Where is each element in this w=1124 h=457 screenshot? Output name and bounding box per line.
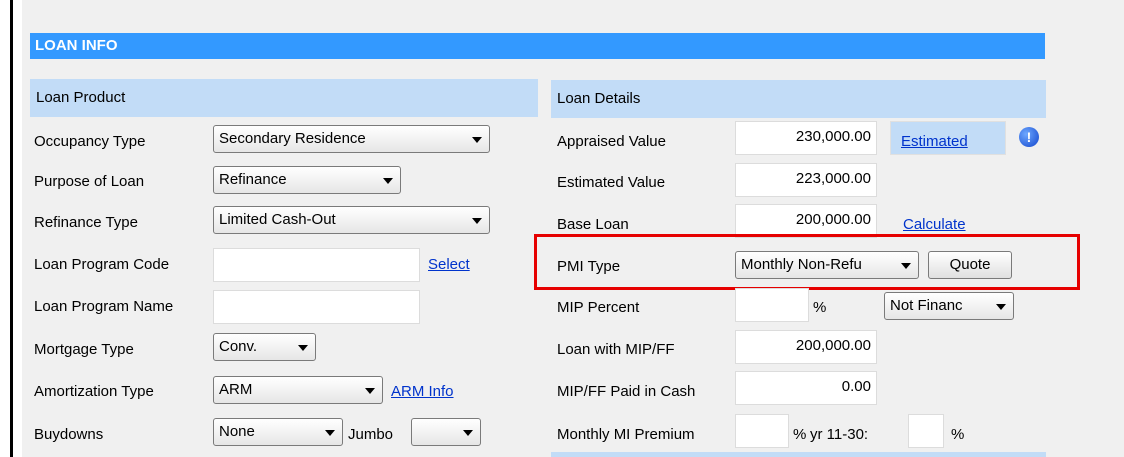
chevron-down-icon bbox=[365, 388, 375, 394]
mortgage-type-label: Mortgage Type bbox=[34, 341, 134, 358]
estimated-link[interactable]: Estimated bbox=[901, 132, 968, 152]
base-loan-input[interactable]: 200,000.00 bbox=[735, 204, 877, 238]
chevron-down-icon bbox=[325, 430, 335, 436]
buydowns-label: Buydowns bbox=[34, 426, 104, 443]
occupancy-type-value: Secondary Residence bbox=[219, 130, 366, 147]
purpose-of-loan-select[interactable]: Refinance bbox=[213, 166, 401, 194]
monthly-mi-premium-label: Monthly MI Premium bbox=[557, 426, 695, 443]
loan-details-header: Loan Details bbox=[551, 80, 1046, 118]
loan-program-name-input[interactable] bbox=[213, 290, 420, 324]
mip-percent-input[interactable] bbox=[735, 288, 809, 322]
amortization-type-value: ARM bbox=[219, 381, 253, 398]
amortization-type-select[interactable]: ARM bbox=[213, 376, 383, 404]
purpose-of-loan-value: Refinance bbox=[219, 171, 287, 188]
chevron-down-icon bbox=[298, 345, 308, 351]
estimated-value-input[interactable]: 223,000.00 bbox=[735, 163, 877, 197]
mip-financed-select[interactable]: Not Financ bbox=[884, 292, 1014, 320]
mortgage-type-select[interactable]: Conv. bbox=[213, 333, 316, 361]
monthly-mi-premium-input[interactable] bbox=[735, 414, 789, 448]
select-program-link[interactable]: Select bbox=[428, 255, 470, 275]
loan-with-mip-label: Loan with MIP/FF bbox=[557, 341, 675, 358]
calculate-link[interactable]: Calculate bbox=[903, 215, 966, 235]
occupancy-type-label: Occupancy Type bbox=[34, 133, 146, 150]
refinance-type-label: Refinance Type bbox=[34, 214, 138, 231]
appraised-value-label: Appraised Value bbox=[557, 133, 666, 150]
base-loan-label: Base Loan bbox=[557, 216, 629, 233]
loan-program-name-label: Loan Program Name bbox=[34, 298, 174, 315]
buydowns-value: None bbox=[219, 423, 255, 440]
jumbo-select[interactable] bbox=[411, 418, 481, 446]
monthly-mi-premium-unit: % bbox=[793, 426, 807, 443]
yr-11-30-label: yr 11-30: bbox=[810, 426, 869, 443]
loan-with-mip-input[interactable]: 200,000.00 bbox=[735, 330, 877, 364]
amortization-type-label: Amortization Type bbox=[34, 383, 154, 400]
estimated-value-label: Estimated Value bbox=[557, 174, 666, 191]
mip-paid-cash-input[interactable]: 0.00 bbox=[735, 371, 877, 405]
arm-info-link[interactable]: ARM Info bbox=[391, 382, 454, 402]
yr-11-30-input[interactable] bbox=[908, 414, 944, 448]
next-section-header bbox=[551, 452, 1046, 457]
refinance-type-select[interactable]: Limited Cash-Out bbox=[213, 206, 490, 234]
mip-percent-unit: % bbox=[813, 299, 827, 316]
jumbo-label: Jumbo bbox=[348, 426, 394, 443]
occupancy-type-select[interactable]: Secondary Residence bbox=[213, 125, 490, 153]
mip-financed-value: Not Financ bbox=[890, 297, 963, 314]
loan-program-code-input[interactable] bbox=[213, 248, 420, 282]
window-edge bbox=[10, 0, 13, 457]
appraised-value-input[interactable]: 230,000.00 bbox=[735, 121, 877, 155]
mip-paid-cash-label: MIP/FF Paid in Cash bbox=[557, 383, 696, 400]
buydowns-select[interactable]: None bbox=[213, 418, 343, 446]
chevron-down-icon bbox=[996, 304, 1006, 310]
yr-11-30-unit: % bbox=[951, 426, 965, 443]
refinance-type-value: Limited Cash-Out bbox=[219, 211, 336, 228]
chevron-down-icon bbox=[472, 218, 482, 224]
loan-program-code-label: Loan Program Code bbox=[34, 256, 170, 273]
info-icon[interactable]: ! bbox=[1019, 127, 1039, 147]
mip-percent-label: MIP Percent bbox=[557, 299, 640, 316]
pmi-type-highlight bbox=[534, 234, 1080, 290]
chevron-down-icon bbox=[383, 178, 393, 184]
mortgage-type-value: Conv. bbox=[219, 338, 258, 355]
section-title: LOAN INFO bbox=[30, 33, 1045, 59]
chevron-down-icon bbox=[463, 430, 473, 436]
purpose-of-loan-label: Purpose of Loan bbox=[34, 173, 145, 190]
loan-product-header: Loan Product bbox=[30, 79, 538, 117]
chevron-down-icon bbox=[472, 137, 482, 143]
